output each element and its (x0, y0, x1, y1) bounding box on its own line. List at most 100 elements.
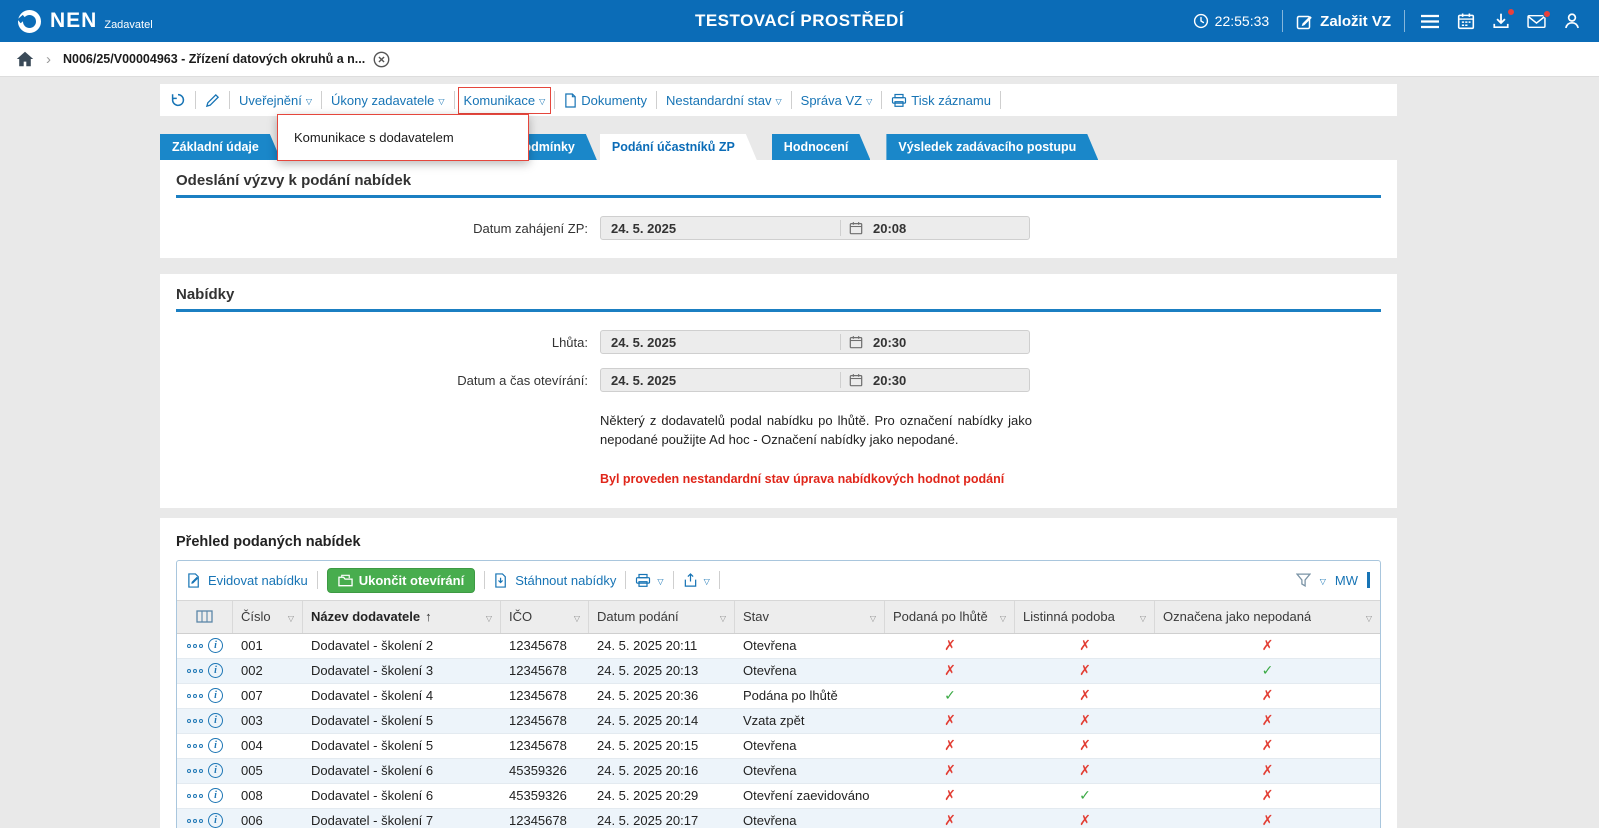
field-row: Lhůta: 24. 5. 2025 20:30 (176, 330, 1381, 354)
table-row[interactable]: i008Dodavatel - školení 64535932624. 5. … (177, 784, 1380, 809)
filter-funnel-icon[interactable] (1296, 573, 1311, 587)
row-menu-icon[interactable] (187, 794, 203, 798)
tab-podani-ucastniku-zp[interactable]: Podání účastníků ZP (600, 134, 757, 160)
date-value[interactable]: 24. 5. 2025 (601, 221, 840, 236)
column-header-po_lhute[interactable]: Podaná po lhůtě (885, 601, 1015, 633)
date-value[interactable]: 24. 5. 2025 (601, 373, 840, 388)
row-controls: i (177, 634, 233, 658)
column-settings-icon (196, 610, 213, 623)
mw-handle[interactable] (1367, 572, 1370, 588)
tab-hodnoceni[interactable]: Hodnocení (772, 134, 871, 160)
messages-button[interactable] (1525, 12, 1548, 31)
filter-caret-icon[interactable] (570, 609, 580, 624)
time-value[interactable]: 20:30 (869, 373, 1029, 388)
print-table-button[interactable] (635, 573, 663, 588)
row-info-icon[interactable]: i (208, 663, 223, 678)
mw-toggle[interactable]: MW (1335, 573, 1358, 588)
row-menu-icon[interactable] (187, 819, 203, 823)
hamburger-menu-button[interactable] (1418, 12, 1442, 31)
filter-caret-icon[interactable] (284, 609, 294, 624)
row-menu-icon[interactable] (187, 644, 203, 648)
home-icon[interactable] (16, 51, 34, 67)
tab-vysledek-zadavaciho-postupu[interactable]: Výsledek zadávacího postupu (886, 134, 1098, 160)
cell-datum: 24. 5. 2025 20:15 (589, 734, 735, 758)
toolbar-item-label: Komunikace (464, 93, 536, 108)
evidovat-nabidku-button[interactable]: Evidovat nabídku (187, 573, 308, 588)
table-row[interactable]: i003Dodavatel - školení 51234567824. 5. … (177, 709, 1380, 734)
row-info-icon[interactable]: i (208, 688, 223, 703)
filter-caret-icon[interactable] (482, 609, 492, 624)
nonstandard-state-warning: Byl proveden nestandardní stav úprava na… (600, 472, 1120, 486)
row-info-icon[interactable]: i (208, 763, 223, 778)
download-doc-icon (494, 573, 509, 588)
column-header-stav[interactable]: Stav (735, 601, 885, 633)
table-row[interactable]: i004Dodavatel - školení 51234567824. 5. … (177, 734, 1380, 759)
stahnout-nabidky-button[interactable]: Stáhnout nabídky (494, 573, 616, 588)
row-info-icon[interactable]: i (208, 713, 223, 728)
create-vz-button[interactable]: Založit VZ (1296, 13, 1391, 30)
row-controls: i (177, 759, 233, 783)
column-header-ico[interactable]: IČO (501, 601, 589, 633)
calendar-button[interactable] (1455, 10, 1477, 32)
breadcrumb-item[interactable]: N006/25/V00004963 - Zřízení datových okr… (63, 51, 390, 68)
toolbar-nestandardni-stav[interactable]: Nestandardní stav (666, 93, 782, 108)
menu-item-komunikace-s-dodavatelem[interactable]: Komunikace s dodavatelem (278, 115, 528, 160)
otevirani-input[interactable]: 24. 5. 2025 20:30 (600, 368, 1030, 392)
table-row[interactable]: i005Dodavatel - školení 64535932624. 5. … (177, 759, 1380, 784)
toolbar-ukony-zadavatele[interactable]: Úkony zadavatele (331, 93, 445, 108)
row-menu-icon[interactable] (187, 744, 203, 748)
table-row[interactable]: i001Dodavatel - školení 21234567824. 5. … (177, 634, 1380, 659)
column-header-datum[interactable]: Datum podání (589, 601, 735, 633)
history-icon[interactable] (170, 92, 186, 108)
toolbar-tisk-zaznamu[interactable]: Tisk záznamu (891, 93, 991, 108)
row-menu-icon[interactable] (187, 719, 203, 723)
column-header-cislo[interactable]: Číslo (233, 601, 303, 633)
toolbar-uverejneni[interactable]: Uveřejnění (239, 93, 312, 108)
row-menu-icon[interactable] (187, 669, 203, 673)
filter-caret-icon[interactable] (1362, 609, 1372, 624)
filter-caret-icon[interactable] (716, 609, 726, 624)
brand-name: NEN (50, 9, 97, 33)
toolbar-sprava-vz[interactable]: Správa VZ (801, 93, 873, 108)
toolbar-dokumenty[interactable]: Dokumenty (564, 93, 647, 108)
row-info-icon[interactable]: i (208, 638, 223, 653)
table-row[interactable]: i002Dodavatel - školení 31234567824. 5. … (177, 659, 1380, 684)
divider (719, 571, 720, 589)
filter-caret-icon[interactable] (1136, 609, 1146, 624)
table-row[interactable]: i007Dodavatel - školení 41234567824. 5. … (177, 684, 1380, 709)
column-header-nazev[interactable]: Název dodavatele↑ (303, 601, 501, 633)
downloads-button[interactable] (1490, 10, 1512, 32)
user-profile-button[interactable] (1561, 10, 1583, 32)
tab-zakladni-udaje[interactable]: Základní údaje (160, 134, 281, 160)
row-info-icon[interactable]: i (208, 813, 223, 828)
row-menu-icon[interactable] (187, 769, 203, 773)
column-header-nepodana[interactable]: Označena jako nepodaná (1155, 601, 1380, 633)
calendar-small-icon[interactable] (849, 373, 863, 387)
column-header-controls[interactable] (177, 601, 233, 633)
date-value[interactable]: 24. 5. 2025 (601, 335, 840, 350)
table-row[interactable]: i006Dodavatel - školení 71234567824. 5. … (177, 809, 1380, 828)
filter-caret-icon[interactable] (996, 609, 1006, 624)
datum-zahajeni-input[interactable]: 24. 5. 2025 20:08 (600, 216, 1030, 240)
filter-caret-icon[interactable] (866, 609, 876, 624)
table-body: i001Dodavatel - školení 21234567824. 5. … (177, 634, 1380, 828)
cell-nazev: Dodavatel - školení 5 (303, 709, 501, 733)
caret-down-icon (657, 573, 663, 588)
pencil-icon[interactable] (205, 93, 220, 108)
row-info-icon[interactable]: i (208, 738, 223, 753)
row-menu-icon[interactable] (187, 694, 203, 698)
calendar-small-icon[interactable] (849, 335, 863, 349)
time-value[interactable]: 20:30 (869, 335, 1029, 350)
calendar-small-icon[interactable] (849, 221, 863, 235)
toolbar-komunikace[interactable]: Komunikace (464, 93, 546, 108)
time-value[interactable]: 20:08 (869, 221, 1029, 236)
lhuta-input[interactable]: 24. 5. 2025 20:30 (600, 330, 1030, 354)
close-icon[interactable] (373, 51, 390, 68)
cross-icon: ✗ (944, 737, 956, 754)
export-table-button[interactable] (683, 573, 710, 588)
nen-home-link[interactable]: NEN Zadavatel (16, 8, 153, 35)
row-info-icon[interactable]: i (208, 788, 223, 803)
caret-down-icon[interactable] (1320, 573, 1326, 588)
ukoncit-otevirani-button[interactable]: Ukončit otevírání (327, 568, 475, 593)
column-header-listinna[interactable]: Listinná podoba (1015, 601, 1155, 633)
